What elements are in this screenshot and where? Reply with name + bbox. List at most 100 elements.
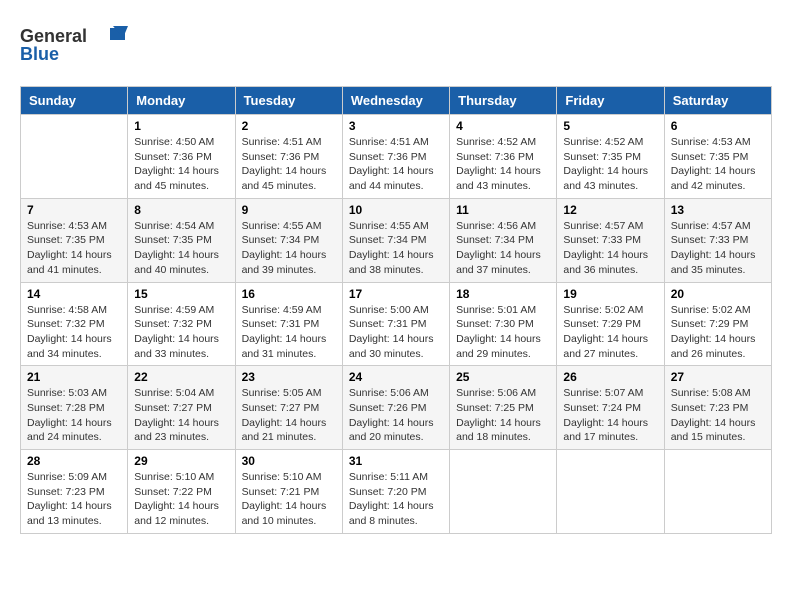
day-number: 17 <box>349 287 443 301</box>
day-detail: Sunrise: 5:10 AMSunset: 7:21 PMDaylight:… <box>242 470 336 529</box>
day-number: 24 <box>349 370 443 384</box>
day-number: 12 <box>563 203 657 217</box>
day-number: 7 <box>27 203 121 217</box>
day-detail: Sunrise: 5:04 AMSunset: 7:27 PMDaylight:… <box>134 386 228 445</box>
week-row-3: 14 Sunrise: 4:58 AMSunset: 7:32 PMDayligh… <box>21 282 772 366</box>
day-number: 18 <box>456 287 550 301</box>
calendar-cell: 4Sunrise: 4:52 AMSunset: 7:36 PMDaylight… <box>450 115 557 199</box>
weekday-header-monday: Monday <box>128 87 235 115</box>
day-detail: Sunrise: 4:52 AMSunset: 7:36 PMDaylight:… <box>456 135 550 194</box>
day-detail: Sunrise: 4:59 AMSunset: 7:32 PMDaylight:… <box>134 303 228 362</box>
day-number: 9 <box>242 203 336 217</box>
day-detail: Sunrise: 5:06 AMSunset: 7:26 PMDaylight:… <box>349 386 443 445</box>
calendar-cell: 13 Sunrise: 4:57 AMSunset: 7:33 PMDayligh… <box>664 198 771 282</box>
svg-text:Blue: Blue <box>20 44 59 64</box>
day-detail: Sunrise: 4:54 AMSunset: 7:35 PMDaylight:… <box>134 219 228 278</box>
page-header: General Blue <box>20 20 772 70</box>
calendar-cell: 12 Sunrise: 4:57 AMSunset: 7:33 PMDayligh… <box>557 198 664 282</box>
calendar-cell: 2 Sunrise: 4:51 AMSunset: 7:36 PMDaylight… <box>235 115 342 199</box>
day-number: 23 <box>242 370 336 384</box>
week-row-1: 1 Sunrise: 4:50 AMSunset: 7:36 PMDaylight… <box>21 115 772 199</box>
calendar-cell: 21Sunrise: 5:03 AMSunset: 7:28 PMDayligh… <box>21 366 128 450</box>
day-detail: Sunrise: 4:56 AMSunset: 7:34 PMDaylight:… <box>456 219 550 278</box>
day-detail: Sunrise: 4:58 AMSunset: 7:32 PMDaylight:… <box>27 303 121 362</box>
calendar-cell: 23 Sunrise: 5:05 AMSunset: 7:27 PMDayligh… <box>235 366 342 450</box>
logo-text: General Blue <box>20 20 140 70</box>
day-number: 13 <box>671 203 765 217</box>
calendar-cell <box>557 450 664 534</box>
day-number: 30 <box>242 454 336 468</box>
calendar-cell: 16Sunrise: 4:59 AMSunset: 7:31 PMDayligh… <box>235 282 342 366</box>
day-detail: Sunrise: 4:50 AMSunset: 7:36 PMDaylight:… <box>134 135 228 194</box>
week-row-5: 28Sunrise: 5:09 AMSunset: 7:23 PMDayligh… <box>21 450 772 534</box>
calendar-cell: 27Sunrise: 5:08 AMSunset: 7:23 PMDayligh… <box>664 366 771 450</box>
day-detail: Sunrise: 5:02 AMSunset: 7:29 PMDaylight:… <box>563 303 657 362</box>
day-number: 6 <box>671 119 765 133</box>
day-number: 19 <box>563 287 657 301</box>
weekday-header-saturday: Saturday <box>664 87 771 115</box>
calendar-cell: 9Sunrise: 4:55 AMSunset: 7:34 PMDaylight… <box>235 198 342 282</box>
day-detail: Sunrise: 5:05 AMSunset: 7:27 PMDaylight:… <box>242 386 336 445</box>
day-detail: Sunrise: 4:51 AMSunset: 7:36 PMDaylight:… <box>349 135 443 194</box>
day-detail: Sunrise: 4:51 AMSunset: 7:36 PMDaylight:… <box>242 135 336 194</box>
day-number: 5 <box>563 119 657 133</box>
day-number: 26 <box>563 370 657 384</box>
calendar-cell: 22 Sunrise: 5:04 AMSunset: 7:27 PMDayligh… <box>128 366 235 450</box>
weekday-header-friday: Friday <box>557 87 664 115</box>
week-row-4: 21Sunrise: 5:03 AMSunset: 7:28 PMDayligh… <box>21 366 772 450</box>
calendar-cell: 7 Sunrise: 4:53 AMSunset: 7:35 PMDaylight… <box>21 198 128 282</box>
day-detail: Sunrise: 4:53 AMSunset: 7:35 PMDaylight:… <box>27 219 121 278</box>
calendar-cell: 20Sunrise: 5:02 AMSunset: 7:29 PMDayligh… <box>664 282 771 366</box>
day-detail: Sunrise: 5:03 AMSunset: 7:28 PMDaylight:… <box>27 386 121 445</box>
calendar-cell: 18 Sunrise: 5:01 AMSunset: 7:30 PMDayligh… <box>450 282 557 366</box>
calendar-cell: 17 Sunrise: 5:00 AMSunset: 7:31 PMDayligh… <box>342 282 449 366</box>
day-number: 3 <box>349 119 443 133</box>
day-detail: Sunrise: 5:06 AMSunset: 7:25 PMDaylight:… <box>456 386 550 445</box>
day-detail: Sunrise: 4:55 AMSunset: 7:34 PMDaylight:… <box>349 219 443 278</box>
calendar-cell: 14 Sunrise: 4:58 AMSunset: 7:32 PMDayligh… <box>21 282 128 366</box>
calendar-cell: 3 Sunrise: 4:51 AMSunset: 7:36 PMDaylight… <box>342 115 449 199</box>
day-number: 16 <box>242 287 336 301</box>
calendar-cell: 26 Sunrise: 5:07 AMSunset: 7:24 PMDayligh… <box>557 366 664 450</box>
calendar-cell: 19 Sunrise: 5:02 AMSunset: 7:29 PMDayligh… <box>557 282 664 366</box>
day-detail: Sunrise: 5:08 AMSunset: 7:23 PMDaylight:… <box>671 386 765 445</box>
day-number: 2 <box>242 119 336 133</box>
day-detail: Sunrise: 4:53 AMSunset: 7:35 PMDaylight:… <box>671 135 765 194</box>
day-number: 11 <box>456 203 550 217</box>
weekday-header-wednesday: Wednesday <box>342 87 449 115</box>
week-row-2: 7 Sunrise: 4:53 AMSunset: 7:35 PMDaylight… <box>21 198 772 282</box>
day-detail: Sunrise: 5:07 AMSunset: 7:24 PMDaylight:… <box>563 386 657 445</box>
calendar-table: SundayMondayTuesdayWednesdayThursdayFrid… <box>20 86 772 534</box>
calendar-cell: 15Sunrise: 4:59 AMSunset: 7:32 PMDayligh… <box>128 282 235 366</box>
day-number: 10 <box>349 203 443 217</box>
weekday-header-thursday: Thursday <box>450 87 557 115</box>
weekday-header-tuesday: Tuesday <box>235 87 342 115</box>
day-number: 22 <box>134 370 228 384</box>
calendar-cell <box>450 450 557 534</box>
day-detail: Sunrise: 4:52 AMSunset: 7:35 PMDaylight:… <box>563 135 657 194</box>
calendar-cell: 25 Sunrise: 5:06 AMSunset: 7:25 PMDayligh… <box>450 366 557 450</box>
weekday-header-sunday: Sunday <box>21 87 128 115</box>
day-number: 25 <box>456 370 550 384</box>
day-detail: Sunrise: 5:10 AMSunset: 7:22 PMDaylight:… <box>134 470 228 529</box>
day-number: 8 <box>134 203 228 217</box>
calendar-cell: 31Sunrise: 5:11 AMSunset: 7:20 PMDayligh… <box>342 450 449 534</box>
calendar-cell: 5 Sunrise: 4:52 AMSunset: 7:35 PMDaylight… <box>557 115 664 199</box>
calendar-cell: 11 Sunrise: 4:56 AMSunset: 7:34 PMDayligh… <box>450 198 557 282</box>
day-detail: Sunrise: 4:57 AMSunset: 7:33 PMDaylight:… <box>671 219 765 278</box>
weekday-header-row: SundayMondayTuesdayWednesdayThursdayFrid… <box>21 87 772 115</box>
day-detail: Sunrise: 5:09 AMSunset: 7:23 PMDaylight:… <box>27 470 121 529</box>
calendar-cell: 6 Sunrise: 4:53 AMSunset: 7:35 PMDaylight… <box>664 115 771 199</box>
calendar-cell: 1 Sunrise: 4:50 AMSunset: 7:36 PMDaylight… <box>128 115 235 199</box>
day-detail: Sunrise: 5:01 AMSunset: 7:30 PMDaylight:… <box>456 303 550 362</box>
calendar-cell: 10 Sunrise: 4:55 AMSunset: 7:34 PMDayligh… <box>342 198 449 282</box>
calendar-cell: 24 Sunrise: 5:06 AMSunset: 7:26 PMDayligh… <box>342 366 449 450</box>
day-number: 14 <box>27 287 121 301</box>
calendar-cell <box>21 115 128 199</box>
day-detail: Sunrise: 5:00 AMSunset: 7:31 PMDaylight:… <box>349 303 443 362</box>
day-detail: Sunrise: 5:11 AMSunset: 7:20 PMDaylight:… <box>349 470 443 529</box>
logo: General Blue <box>20 20 140 70</box>
day-number: 1 <box>134 119 228 133</box>
calendar-cell: 8 Sunrise: 4:54 AMSunset: 7:35 PMDaylight… <box>128 198 235 282</box>
day-detail: Sunrise: 4:57 AMSunset: 7:33 PMDaylight:… <box>563 219 657 278</box>
